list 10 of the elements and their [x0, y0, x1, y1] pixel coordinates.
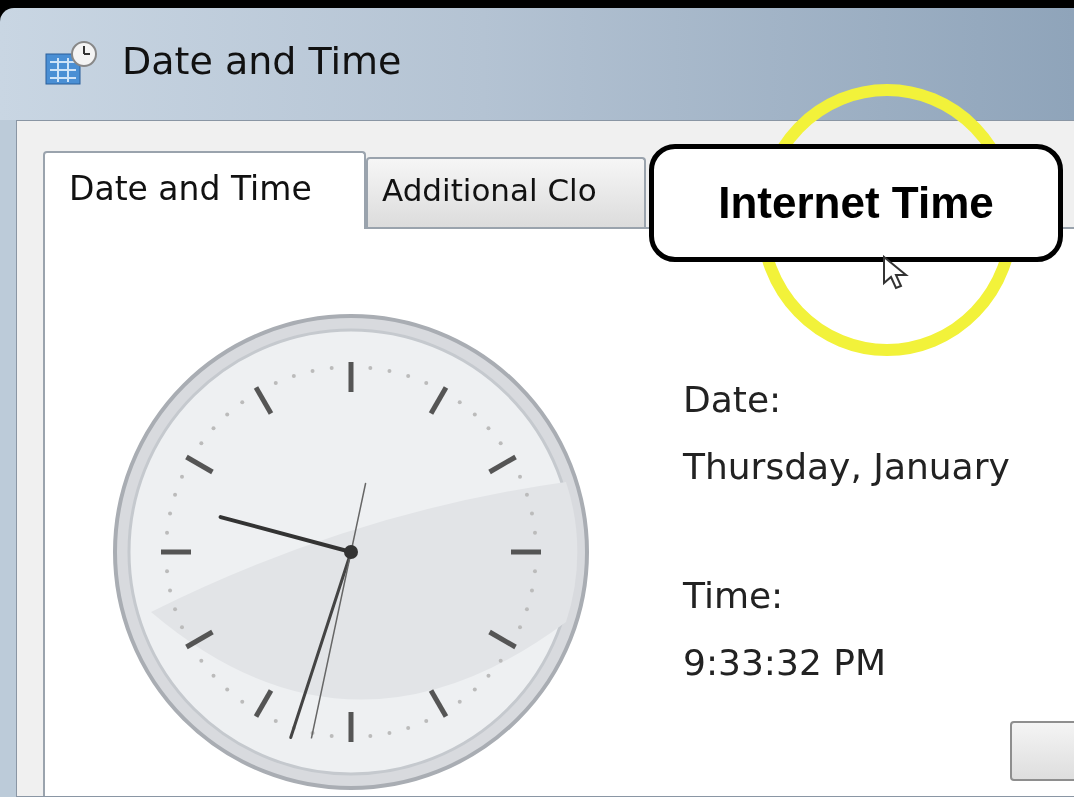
button[interactable] [1010, 721, 1074, 781]
calendar-clock-icon [44, 40, 100, 88]
date-value: Thursday, January [683, 446, 1011, 487]
time-value: 9:33:32 PM [683, 642, 887, 683]
callout-label: Internet Time [649, 144, 1063, 262]
tab[interactable]: Date and Time [43, 151, 366, 229]
window-title: Date and Time [122, 39, 402, 85]
tab[interactable]: Additional Clo [366, 157, 646, 227]
time-label: Time: [683, 575, 785, 616]
date-label: Date: [683, 379, 783, 420]
